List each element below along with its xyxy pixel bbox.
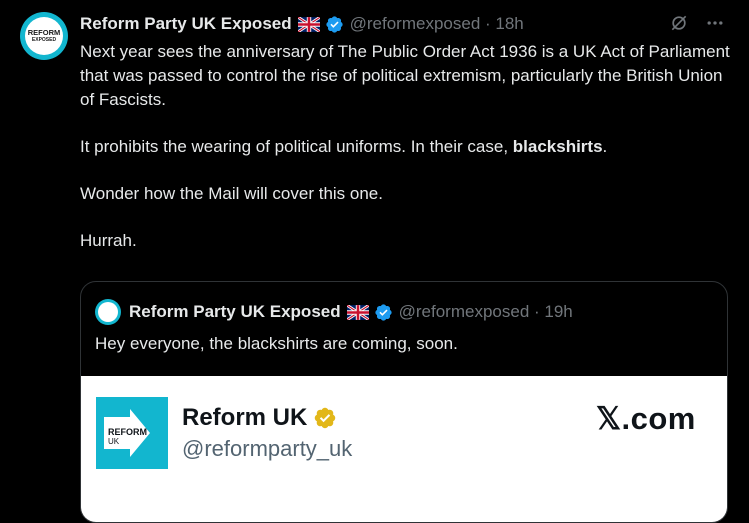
avatar[interactable]: REFORM EXPOSED [20, 12, 68, 60]
quoted-text: Hey everyone, the blackshirts are coming… [95, 334, 458, 353]
uk-flag-icon [346, 304, 369, 320]
quoted-post-header: Reform Party UK Exposed @reformexposed ·… [95, 299, 573, 325]
bold-word: blackshirts [512, 137, 603, 156]
post-paragraph: Hurrah. [80, 231, 137, 250]
card-handle: @reformparty_uk [182, 436, 353, 461]
logo-line2: UK [108, 437, 120, 446]
reform-uk-logo: REFORM UK [96, 397, 168, 469]
more-icon[interactable] [704, 12, 726, 34]
avatar-line2: EXPOSED [31, 37, 57, 43]
uk-flag-icon [297, 16, 320, 32]
post-paragraph: It prohibits the wearing of political un… [80, 135, 730, 159]
arrow-logo-icon: REFORM UK [104, 409, 150, 457]
post-paragraph-text: It prohibits the wearing of political un… [80, 137, 513, 156]
verified-icon[interactable] [325, 15, 344, 34]
card-domain: 𝕏.com [596, 401, 696, 436]
avatar-logo: REFORM EXPOSED [25, 17, 63, 55]
quoted-avatar [95, 299, 121, 325]
verified-icon [375, 303, 392, 321]
post-actions-top [668, 12, 726, 34]
quoted-handle-time: @reformexposed · 19h [398, 302, 573, 321]
grok-icon[interactable] [668, 12, 690, 34]
embedded-image[interactable]: REFORM UK Reform UK @reformparty_uk 𝕏.co… [81, 376, 727, 522]
post-paragraph: Next year sees the anniversary of The Pu… [80, 42, 730, 109]
gold-verified-icon [315, 407, 336, 429]
quoted-post[interactable]: Reform Party UK Exposed @reformexposed ·… [80, 281, 728, 523]
logo-line1: REFORM [108, 427, 147, 437]
author-handle-time[interactable]: @reformexposed · 18h [350, 14, 524, 34]
bold-suffix: . [602, 137, 608, 156]
card-account-name: Reform UK [182, 404, 337, 432]
quoted-author-name: Reform Party UK Exposed [129, 302, 341, 321]
post-text: Next year sees the anniversary of The Pu… [80, 40, 730, 253]
card-name-text: Reform UK [182, 404, 308, 431]
post-header: Reform Party UK Exposed @reformexposed ·… [80, 12, 524, 36]
post-paragraph: Wonder how the Mail will cover this one. [80, 184, 383, 203]
avatar-line1: REFORM [27, 28, 61, 37]
author-name[interactable]: Reform Party UK Exposed [80, 14, 292, 34]
